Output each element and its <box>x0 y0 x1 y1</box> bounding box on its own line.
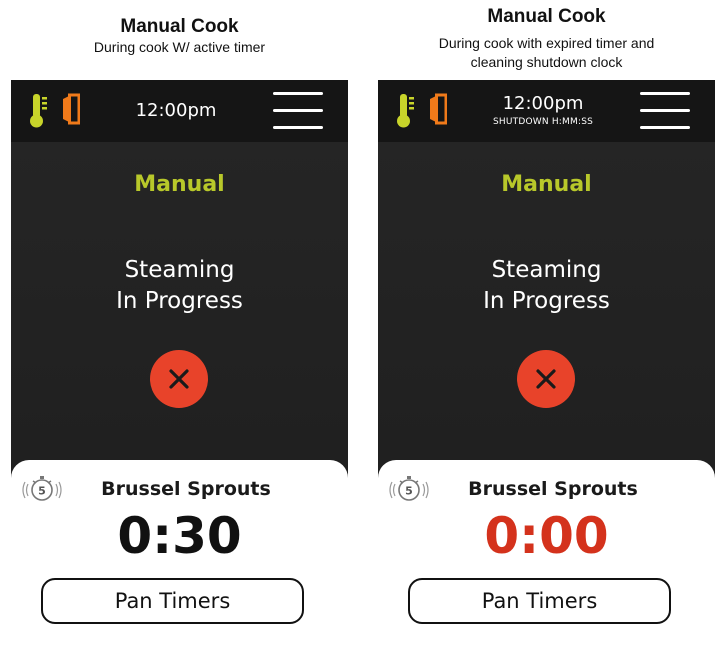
hamburger-menu-icon[interactable] <box>273 92 323 130</box>
status-line-1: Steaming <box>491 257 602 283</box>
caption-subtitle-line-1: During cook with expired timer and <box>438 35 655 51</box>
timer-card: 5 Brussel Sprouts 0:00 Pan Timers <box>378 460 715 648</box>
item-name: Brussel Sprouts <box>468 478 638 500</box>
close-icon <box>536 369 556 389</box>
hamburger-menu-icon[interactable] <box>640 92 690 130</box>
mode-label: Manual <box>134 172 225 197</box>
device-screen: 12:00pm SHUTDOWN H:MM:SS Manual Steaming… <box>378 80 715 648</box>
countdown-timer: 0:00 <box>484 507 609 565</box>
caption-subtitle-line-2: cleaning shutdown clock <box>470 54 623 70</box>
close-icon <box>169 369 189 389</box>
door-open-icon <box>430 93 447 125</box>
pan-timers-button[interactable]: Pan Timers <box>41 578 304 624</box>
status-line-1: Steaming <box>124 257 235 283</box>
timer-badge: 5 <box>405 485 413 498</box>
timer-alarm-icon: 5 <box>389 476 429 501</box>
caption-title: Manual Cook <box>120 16 239 37</box>
caption-title: Manual Cook <box>487 6 606 27</box>
clock: 12:00pm <box>502 93 584 114</box>
countdown-timer: 0:30 <box>117 507 242 565</box>
thermometer-icon <box>30 94 47 128</box>
timer-card: 5 Brussel Sprouts 0:30 Pan Timers <box>11 460 348 648</box>
item-name: Brussel Sprouts <box>101 478 271 500</box>
clock: 12:00pm <box>135 100 217 121</box>
screen-active-timer: Manual Cook During cook W/ active timer … <box>11 0 348 648</box>
shutdown-clock: SHUTDOWN H:MM:SS <box>492 117 594 127</box>
status-line-2: In Progress <box>116 288 243 314</box>
cancel-button[interactable] <box>150 350 208 408</box>
status-line-2: In Progress <box>483 288 610 314</box>
door-open-icon <box>63 93 80 125</box>
timer-alarm-icon: 5 <box>22 476 62 501</box>
screen-expired-timer: Manual Cook During cook with expired tim… <box>378 0 715 648</box>
pan-timers-button[interactable]: Pan Timers <box>408 578 671 624</box>
thermometer-icon <box>397 94 414 128</box>
cancel-button[interactable] <box>517 350 575 408</box>
timer-badge: 5 <box>38 485 46 498</box>
device-screen: 12:00pm Manual Steaming In Progress 5 Br… <box>11 80 348 648</box>
status-bar: 12:00pm SHUTDOWN H:MM:SS <box>378 80 715 142</box>
mode-label: Manual <box>501 172 592 197</box>
caption-subtitle: During cook W/ active timer <box>93 39 266 55</box>
status-bar: 12:00pm <box>11 80 348 142</box>
